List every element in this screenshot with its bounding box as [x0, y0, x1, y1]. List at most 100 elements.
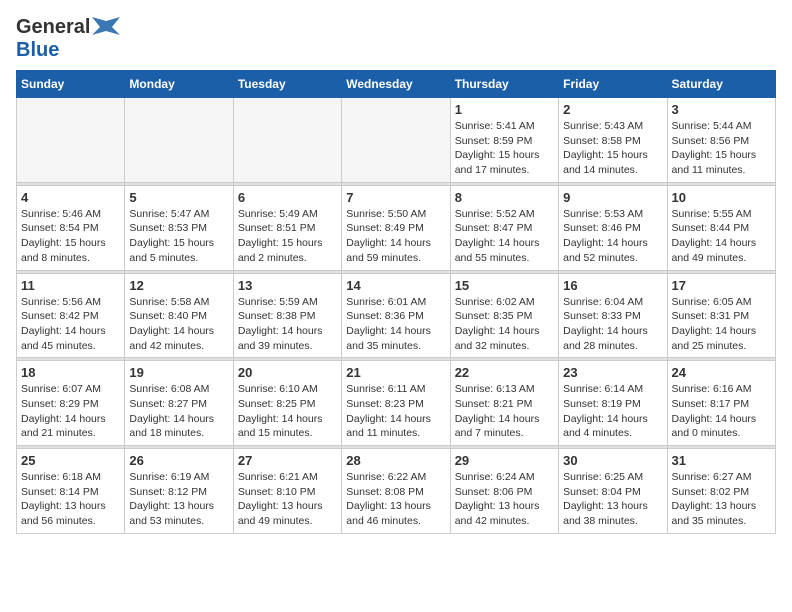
weekday-header-wednesday: Wednesday: [342, 71, 450, 98]
calendar-cell: 13 Sunrise: 5:59 AMSunset: 8:38 PMDayligh…: [233, 273, 341, 358]
day-number: 13: [238, 278, 337, 293]
calendar-cell: 29 Sunrise: 6:24 AMSunset: 8:06 PMDayligh…: [450, 449, 558, 534]
day-number: 2: [563, 102, 662, 117]
day-number: 6: [238, 190, 337, 205]
day-number: 25: [21, 453, 120, 468]
weekday-header-thursday: Thursday: [450, 71, 558, 98]
day-info: Sunrise: 5:50 AMSunset: 8:49 PMDaylight:…: [346, 207, 445, 266]
calendar-cell: 6 Sunrise: 5:49 AMSunset: 8:51 PMDaylight…: [233, 185, 341, 270]
day-info: Sunrise: 6:14 AMSunset: 8:19 PMDaylight:…: [563, 382, 662, 441]
day-number: 20: [238, 365, 337, 380]
day-info: Sunrise: 5:52 AMSunset: 8:47 PMDaylight:…: [455, 207, 554, 266]
logo-blue: Blue: [16, 39, 59, 61]
day-number: 1: [455, 102, 554, 117]
day-info: Sunrise: 6:27 AMSunset: 8:02 PMDaylight:…: [672, 470, 771, 529]
day-number: 31: [672, 453, 771, 468]
day-number: 10: [672, 190, 771, 205]
day-info: Sunrise: 6:02 AMSunset: 8:35 PMDaylight:…: [455, 295, 554, 354]
calendar-cell: [17, 98, 125, 183]
day-info: Sunrise: 6:18 AMSunset: 8:14 PMDaylight:…: [21, 470, 120, 529]
weekday-header-friday: Friday: [559, 71, 667, 98]
calendar-cell: 20 Sunrise: 6:10 AMSunset: 8:25 PMDayligh…: [233, 361, 341, 446]
day-number: 28: [346, 453, 445, 468]
calendar-cell: 8 Sunrise: 5:52 AMSunset: 8:47 PMDaylight…: [450, 185, 558, 270]
calendar-week-row: 4 Sunrise: 5:46 AMSunset: 8:54 PMDaylight…: [17, 185, 776, 270]
day-info: Sunrise: 5:44 AMSunset: 8:56 PMDaylight:…: [672, 119, 771, 178]
day-info: Sunrise: 6:22 AMSunset: 8:08 PMDaylight:…: [346, 470, 445, 529]
day-info: Sunrise: 6:19 AMSunset: 8:12 PMDaylight:…: [129, 470, 228, 529]
calendar-cell: 10 Sunrise: 5:55 AMSunset: 8:44 PMDayligh…: [667, 185, 775, 270]
day-info: Sunrise: 6:25 AMSunset: 8:04 PMDaylight:…: [563, 470, 662, 529]
calendar-cell: 22Sunrise: 6:13 AMSunset: 8:21 PMDayligh…: [450, 361, 558, 446]
day-number: 4: [21, 190, 120, 205]
logo-bird-icon: [92, 17, 120, 39]
day-number: 16: [563, 278, 662, 293]
day-number: 26: [129, 453, 228, 468]
weekday-header-monday: Monday: [125, 71, 233, 98]
weekday-header-saturday: Saturday: [667, 71, 775, 98]
day-info: Sunrise: 5:49 AMSunset: 8:51 PMDaylight:…: [238, 207, 337, 266]
day-info: Sunrise: 5:53 AMSunset: 8:46 PMDaylight:…: [563, 207, 662, 266]
day-info: Sunrise: 6:01 AMSunset: 8:36 PMDaylight:…: [346, 295, 445, 354]
page-container: General Blue SundayMondayTuesdayWednesda…: [16, 16, 776, 534]
day-number: 23: [563, 365, 662, 380]
day-info: Sunrise: 6:16 AMSunset: 8:17 PMDaylight:…: [672, 382, 771, 441]
calendar-week-row: 18Sunrise: 6:07 AMSunset: 8:29 PMDayligh…: [17, 361, 776, 446]
day-info: Sunrise: 6:10 AMSunset: 8:25 PMDaylight:…: [238, 382, 337, 441]
day-number: 12: [129, 278, 228, 293]
day-number: 27: [238, 453, 337, 468]
calendar-cell: 7 Sunrise: 5:50 AMSunset: 8:49 PMDaylight…: [342, 185, 450, 270]
calendar-table: SundayMondayTuesdayWednesdayThursdayFrid…: [16, 70, 776, 534]
day-number: 19: [129, 365, 228, 380]
calendar-cell: 16 Sunrise: 6:04 AMSunset: 8:33 PMDayligh…: [559, 273, 667, 358]
calendar-cell: 5Sunrise: 5:47 AMSunset: 8:53 PMDaylight…: [125, 185, 233, 270]
calendar-cell: 1 Sunrise: 5:41 AMSunset: 8:59 PMDaylight…: [450, 98, 558, 183]
day-number: 24: [672, 365, 771, 380]
day-number: 17: [672, 278, 771, 293]
day-info: Sunrise: 5:43 AMSunset: 8:58 PMDaylight:…: [563, 119, 662, 178]
calendar-cell: 14Sunrise: 6:01 AMSunset: 8:36 PMDayligh…: [342, 273, 450, 358]
calendar-cell: [342, 98, 450, 183]
calendar-cell: 24 Sunrise: 6:16 AMSunset: 8:17 PMDayligh…: [667, 361, 775, 446]
day-number: 21: [346, 365, 445, 380]
day-info: Sunrise: 5:41 AMSunset: 8:59 PMDaylight:…: [455, 119, 554, 178]
calendar-week-row: 25 Sunrise: 6:18 AMSunset: 8:14 PMDayligh…: [17, 449, 776, 534]
day-info: Sunrise: 6:04 AMSunset: 8:33 PMDaylight:…: [563, 295, 662, 354]
calendar-cell: 3 Sunrise: 5:44 AMSunset: 8:56 PMDaylight…: [667, 98, 775, 183]
calendar-week-row: 11 Sunrise: 5:56 AMSunset: 8:42 PMDayligh…: [17, 273, 776, 358]
day-info: Sunrise: 6:08 AMSunset: 8:27 PMDaylight:…: [129, 382, 228, 441]
day-info: Sunrise: 5:46 AMSunset: 8:54 PMDaylight:…: [21, 207, 120, 266]
day-info: Sunrise: 5:47 AMSunset: 8:53 PMDaylight:…: [129, 207, 228, 266]
day-info: Sunrise: 6:21 AMSunset: 8:10 PMDaylight:…: [238, 470, 337, 529]
weekday-header-tuesday: Tuesday: [233, 71, 341, 98]
calendar-cell: 12Sunrise: 5:58 AMSunset: 8:40 PMDayligh…: [125, 273, 233, 358]
calendar-cell: 27 Sunrise: 6:21 AMSunset: 8:10 PMDayligh…: [233, 449, 341, 534]
calendar-cell: 4 Sunrise: 5:46 AMSunset: 8:54 PMDaylight…: [17, 185, 125, 270]
day-number: 7: [346, 190, 445, 205]
day-info: Sunrise: 5:56 AMSunset: 8:42 PMDaylight:…: [21, 295, 120, 354]
day-number: 29: [455, 453, 554, 468]
day-info: Sunrise: 5:55 AMSunset: 8:44 PMDaylight:…: [672, 207, 771, 266]
calendar-cell: 11 Sunrise: 5:56 AMSunset: 8:42 PMDayligh…: [17, 273, 125, 358]
calendar-cell: 9 Sunrise: 5:53 AMSunset: 8:46 PMDaylight…: [559, 185, 667, 270]
day-info: Sunrise: 6:11 AMSunset: 8:23 PMDaylight:…: [346, 382, 445, 441]
day-number: 3: [672, 102, 771, 117]
calendar-cell: 30Sunrise: 6:25 AMSunset: 8:04 PMDayligh…: [559, 449, 667, 534]
day-info: Sunrise: 6:07 AMSunset: 8:29 PMDaylight:…: [21, 382, 120, 441]
day-number: 11: [21, 278, 120, 293]
day-number: 22: [455, 365, 554, 380]
calendar-cell: 25 Sunrise: 6:18 AMSunset: 8:14 PMDayligh…: [17, 449, 125, 534]
calendar-week-row: 1 Sunrise: 5:41 AMSunset: 8:59 PMDaylight…: [17, 98, 776, 183]
calendar-cell: 19 Sunrise: 6:08 AMSunset: 8:27 PMDayligh…: [125, 361, 233, 446]
calendar-cell: 18Sunrise: 6:07 AMSunset: 8:29 PMDayligh…: [17, 361, 125, 446]
calendar-cell: 26 Sunrise: 6:19 AMSunset: 8:12 PMDayligh…: [125, 449, 233, 534]
calendar-cell: 31 Sunrise: 6:27 AMSunset: 8:02 PMDayligh…: [667, 449, 775, 534]
logo: General Blue: [16, 16, 120, 62]
day-number: 9: [563, 190, 662, 205]
day-info: Sunrise: 6:05 AMSunset: 8:31 PMDaylight:…: [672, 295, 771, 354]
day-number: 8: [455, 190, 554, 205]
calendar-cell: 2 Sunrise: 5:43 AMSunset: 8:58 PMDaylight…: [559, 98, 667, 183]
day-info: Sunrise: 5:59 AMSunset: 8:38 PMDaylight:…: [238, 295, 337, 354]
day-info: Sunrise: 6:24 AMSunset: 8:06 PMDaylight:…: [455, 470, 554, 529]
weekday-header-row: SundayMondayTuesdayWednesdayThursdayFrid…: [17, 71, 776, 98]
